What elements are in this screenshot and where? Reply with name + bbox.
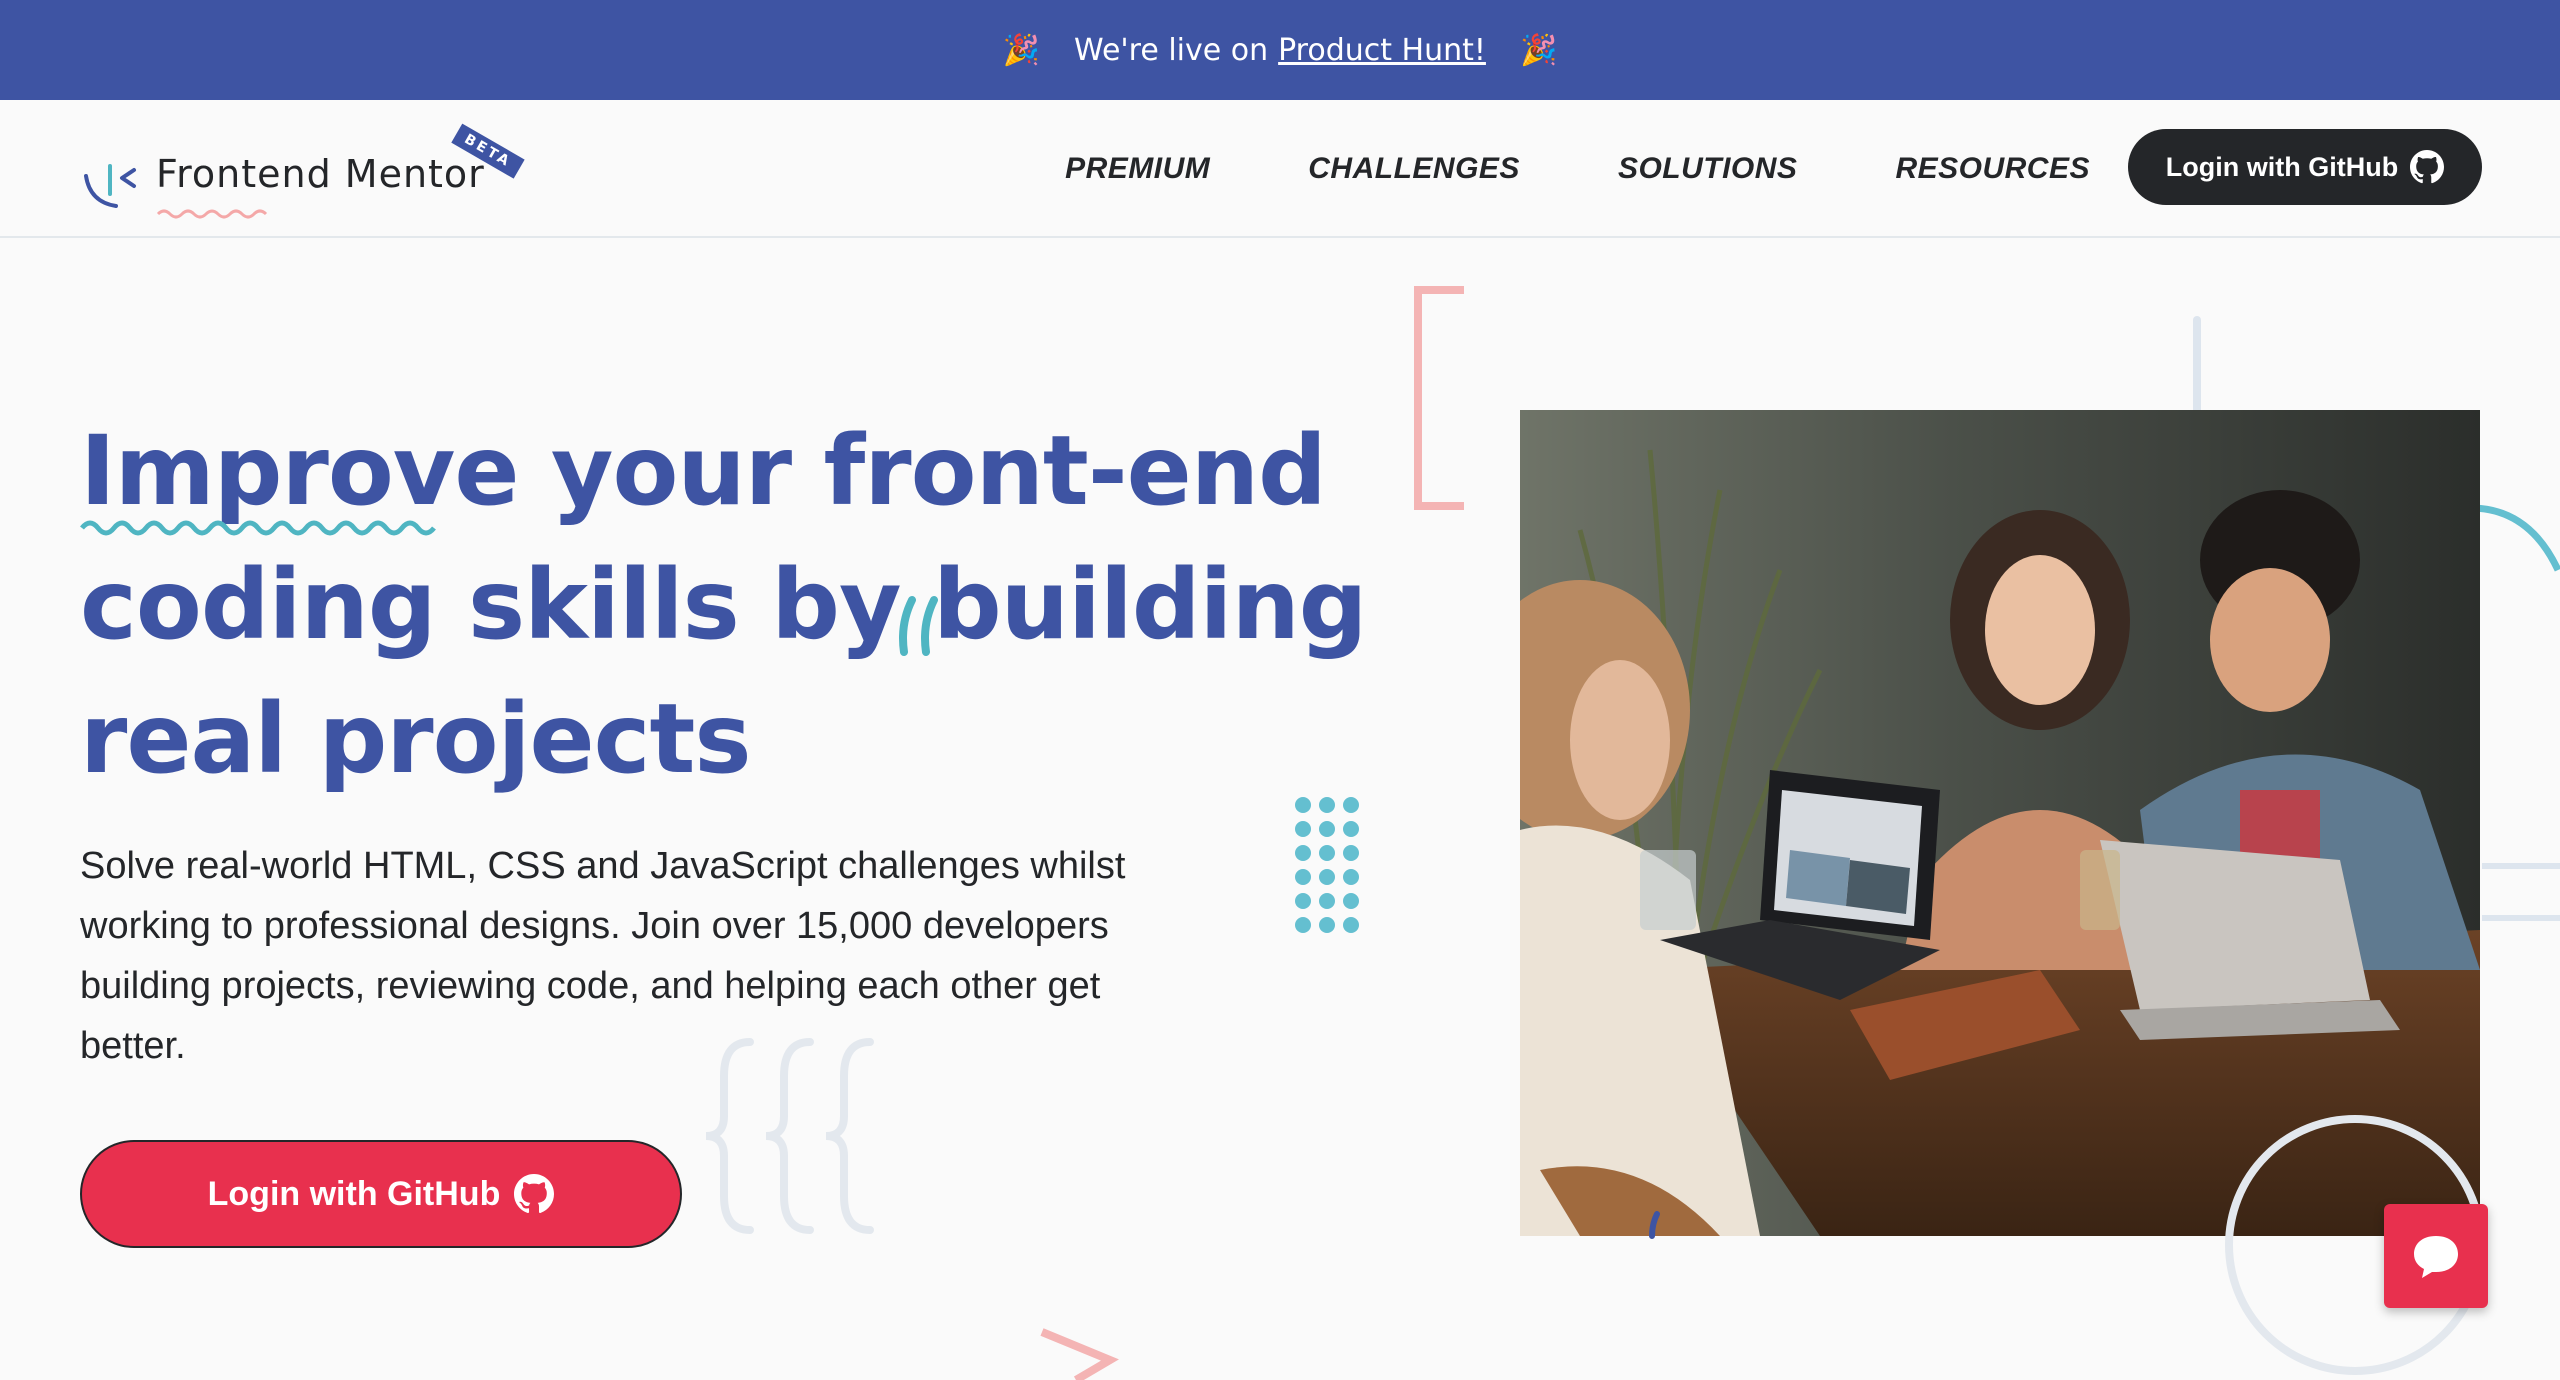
header-login-github-button[interactable]: Login with GitHub — [2128, 129, 2482, 205]
hero-title-line-2: coding skills by building — [80, 549, 1368, 661]
pink-bracket-decoration — [1414, 286, 1464, 510]
site-header: Frontend Mentor BETA PREMIUM CHALLENGES … — [0, 100, 2560, 238]
lines-decoration — [2482, 863, 2560, 921]
chat-widget-button[interactable] — [2384, 1204, 2488, 1308]
main-nav: PREMIUM CHALLENGES SOLUTIONS RESOURCES — [1065, 100, 2090, 238]
announcement-bar: 🎉 We're live on Product Hunt! 🎉 — [0, 0, 2560, 100]
small-blue-stroke-decoration — [1649, 1211, 1660, 1239]
nav-resources[interactable]: RESOURCES — [1895, 152, 2090, 186]
party-popper-icon: 🎉 — [1519, 32, 1558, 68]
dot-grid-decoration — [1295, 797, 1359, 933]
page: 🎉 We're live on Product Hunt! 🎉 Frontend… — [0, 0, 2560, 1380]
hero-title: Improve your front-end coding skills by … — [80, 404, 1368, 806]
announcement-prefix: We're live on — [1074, 32, 1269, 68]
teal-squiggle-underline — [80, 520, 436, 536]
frontend-mentor-logo[interactable]: Frontend Mentor BETA — [80, 122, 525, 222]
pink-chevron-decoration — [1040, 1328, 1119, 1380]
teal-quote-decoration — [899, 596, 938, 656]
header-login-label: Login with GitHub — [2165, 151, 2399, 182]
github-icon — [2410, 150, 2445, 184]
nav-premium[interactable]: PREMIUM — [1065, 152, 1210, 186]
github-icon — [514, 1174, 555, 1214]
hero-description: Solve real-world HTML, CSS and JavaScrip… — [80, 845, 1126, 1067]
teal-arc-decoration — [2473, 504, 2560, 572]
announcement-text: We're live on Product Hunt! — [1074, 33, 1486, 68]
hero-title-line-3: real projects — [80, 683, 752, 795]
nav-solutions[interactable]: SOLUTIONS — [1618, 152, 1798, 186]
product-hunt-link[interactable]: Product Hunt! — [1278, 33, 1486, 68]
chat-icon — [2414, 1236, 2458, 1278]
logo-text: Frontend Mentor — [156, 152, 485, 196]
party-popper-icon: 🎉 — [1002, 32, 1041, 68]
hero-login-label: Login with GitHub — [207, 1174, 501, 1213]
nav-challenges[interactable]: CHALLENGES — [1308, 152, 1520, 186]
hero-login-github-button[interactable]: Login with GitHub — [80, 1140, 682, 1248]
